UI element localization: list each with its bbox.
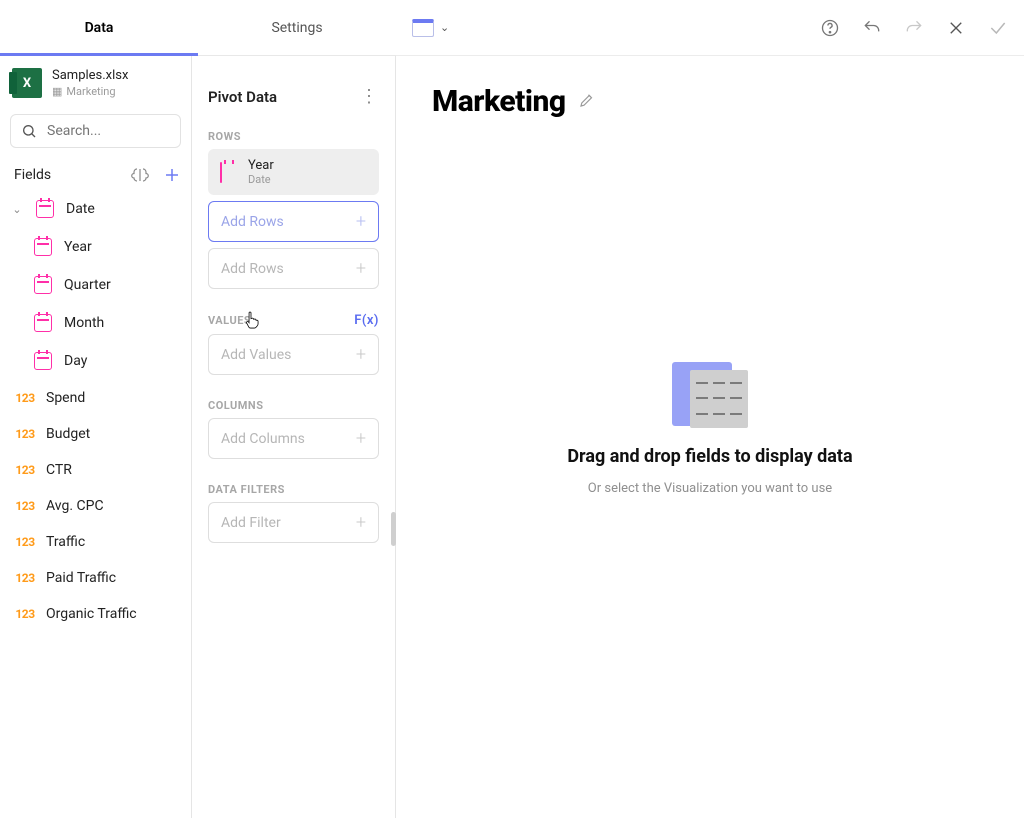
field-organic-traffic[interactable]: 123 Organic Traffic (0, 596, 191, 632)
field-year[interactable]: Year (0, 228, 191, 266)
calendar-icon (34, 276, 52, 294)
number-icon: 123 (15, 607, 34, 621)
calendar-icon (34, 352, 52, 370)
number-icon: 123 (15, 499, 34, 513)
add-filter-label: Add Filter (221, 515, 281, 531)
calendar-icon (34, 238, 52, 256)
field-month[interactable]: Month (0, 304, 191, 342)
field-paid-traffic[interactable]: 123 Paid Traffic (0, 560, 191, 596)
calendar-icon (36, 200, 54, 218)
add-rows-label: Add Rows (221, 214, 284, 230)
field-budget[interactable]: 123 Budget (0, 416, 191, 452)
excel-icon: X (12, 68, 42, 98)
field-label: Date (66, 201, 95, 217)
add-values-zone[interactable]: Add Values + (208, 334, 379, 375)
field-quarter[interactable]: Quarter (0, 266, 191, 304)
redo-icon[interactable] (904, 18, 924, 38)
field-label: Day (64, 353, 87, 369)
number-icon: 123 (15, 391, 34, 405)
row-chip-year[interactable]: Year Date (208, 149, 379, 195)
field-label: Quarter (64, 277, 111, 293)
field-day[interactable]: Day (0, 342, 191, 380)
field-label: Avg. CPC (46, 498, 104, 514)
edit-title-icon[interactable] (578, 91, 596, 113)
visualization-switcher[interactable]: ⌄ (412, 19, 449, 37)
add-field-icon[interactable] (163, 166, 181, 184)
field-label: CTR (46, 462, 72, 478)
page-title: Marketing (432, 84, 566, 119)
panel-tabs: Data Settings (0, 0, 396, 56)
field-label: Organic Traffic (46, 606, 137, 622)
placeholder-title: Drag and drop fields to display data (567, 446, 852, 467)
add-rows-zone[interactable]: Add Rows + (208, 248, 379, 289)
table-icon: ▦ (52, 85, 62, 98)
field-spend[interactable]: 123 Spend (0, 380, 191, 416)
pivot-title: Pivot Data (208, 88, 379, 106)
number-icon: 123 (15, 571, 34, 585)
datasource-header: X Samples.xlsx ▦ Marketing (0, 56, 191, 106)
fx-button[interactable]: F(x) (354, 313, 379, 328)
search-icon (21, 123, 37, 139)
file-name: Samples.xlsx (52, 68, 128, 83)
field-avg-cpc[interactable]: 123 Avg. CPC (0, 488, 191, 524)
placeholder-subtitle: Or select the Visualization you want to … (588, 481, 832, 496)
fields-list: ⌄ Date Year Quarter Month (0, 190, 191, 818)
tab-data[interactable]: Data (0, 0, 198, 55)
chevron-down-icon: ⌄ (440, 21, 449, 34)
add-filter-zone[interactable]: Add Filter + (208, 502, 379, 543)
field-label: Paid Traffic (46, 570, 116, 586)
add-values-label: Add Values (221, 347, 291, 363)
field-group-date[interactable]: ⌄ Date (0, 190, 191, 228)
plus-icon: + (356, 428, 366, 449)
chip-name: Year (248, 158, 274, 173)
calendar-icon (34, 314, 52, 332)
plus-icon: + (356, 344, 366, 365)
add-columns-label: Add Columns (221, 431, 305, 447)
plus-icon: + (356, 512, 366, 533)
values-label: VALUES (208, 314, 251, 327)
number-icon: 123 (15, 535, 34, 549)
help-icon[interactable] (820, 18, 840, 38)
placeholder-illustration (672, 362, 748, 432)
add-columns-zone[interactable]: Add Columns + (208, 418, 379, 459)
calendar-icon (220, 162, 222, 183)
tab-settings[interactable]: Settings (198, 0, 396, 55)
fields-label: Fields (14, 167, 51, 183)
confirm-icon[interactable] (988, 18, 1008, 38)
field-ctr[interactable]: 123 CTR (0, 452, 191, 488)
chevron-down-icon: ⌄ (10, 203, 24, 216)
table-viz-icon (412, 19, 434, 37)
add-rows-label: Add Rows (221, 261, 284, 277)
ai-icon[interactable] (131, 166, 149, 184)
field-label: Month (64, 315, 104, 331)
empty-canvas[interactable]: Drag and drop fields to display data Or … (396, 119, 1024, 818)
plus-icon: + (356, 258, 366, 279)
field-label: Year (64, 239, 92, 255)
search-input-wrap[interactable] (10, 114, 181, 148)
number-icon: 123 (15, 463, 34, 477)
field-label: Spend (46, 390, 85, 406)
field-label: Traffic (46, 534, 85, 550)
columns-label: COLUMNS (208, 399, 379, 412)
kebab-menu-icon[interactable]: ⋮ (360, 86, 379, 107)
field-label: Budget (46, 426, 90, 442)
rows-label: ROWS (208, 130, 379, 143)
add-rows-zone-active[interactable]: Add Rows + (208, 201, 379, 242)
number-icon: 123 (15, 427, 34, 441)
field-traffic[interactable]: 123 Traffic (0, 524, 191, 560)
chip-sub: Date (248, 173, 274, 186)
undo-icon[interactable] (862, 18, 882, 38)
filters-label: DATA FILTERS (208, 483, 379, 496)
close-icon[interactable] (946, 18, 966, 38)
sheet-name: Marketing (66, 85, 115, 98)
plus-icon: + (356, 211, 366, 232)
